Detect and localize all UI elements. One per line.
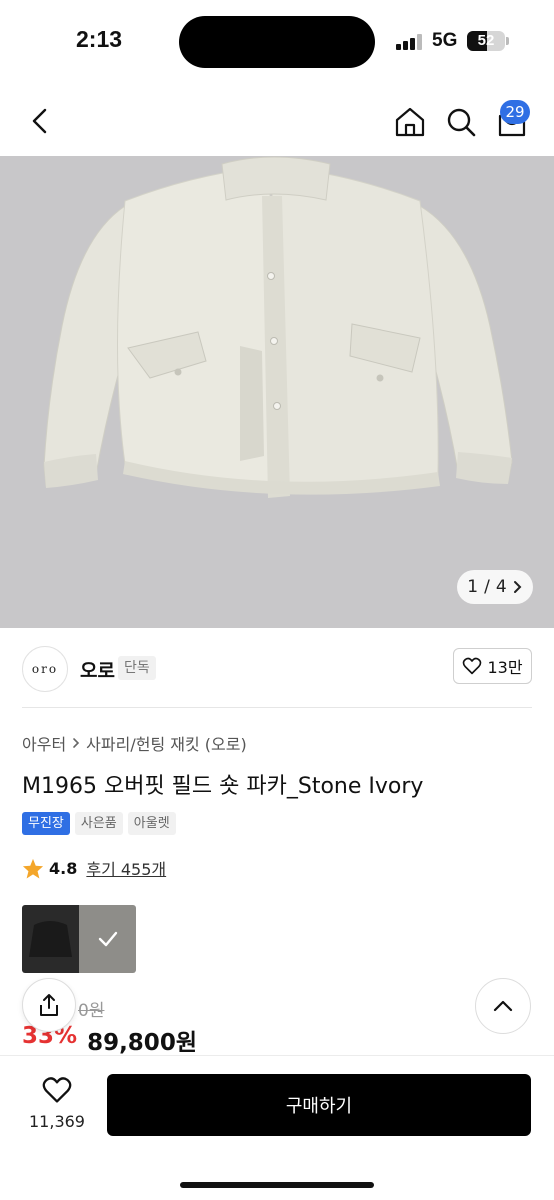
signal-icon [396, 34, 424, 50]
scroll-to-top-button[interactable] [475, 978, 531, 1034]
badge-outlet: 아울렛 [127, 812, 176, 835]
image-current: 1 [467, 577, 479, 597]
color-swatches [22, 905, 136, 973]
sale-price: 89,800원 [87, 1030, 197, 1056]
brand-row: oro 오로 단독 13만 [0, 638, 554, 700]
product-title: M1965 오버핏 필드 숏 파카_Stone Ivory [22, 774, 424, 799]
share-icon [40, 994, 58, 1016]
original-price: 0원 [78, 1001, 105, 1021]
brand-name[interactable]: 오로 [80, 656, 115, 683]
nav-header [0, 90, 554, 152]
star-icon [22, 858, 44, 879]
badge-gift: 사은품 [74, 812, 123, 835]
badge-mujinjang: 무진장 [22, 812, 70, 835]
battery-cap [506, 37, 509, 45]
cart-count-badge: 29 [500, 100, 530, 124]
home-indicator [180, 1182, 374, 1188]
status-time: 2:13 [76, 26, 123, 52]
chevron-right-icon [513, 581, 522, 593]
image-counter[interactable]: 1 / 4 [457, 570, 533, 604]
divider [22, 707, 532, 708]
breadcrumb-item-category[interactable]: 아우터 [22, 731, 66, 755]
share-button[interactable] [22, 978, 76, 1032]
bottom-action-bar: 11,369 구매하기 [0, 1055, 554, 1200]
like-button[interactable]: 13만 [453, 648, 532, 684]
back-chevron-icon[interactable] [22, 102, 60, 140]
rating-score: 4.8 [49, 858, 78, 878]
buy-button[interactable]: 구매하기 [107, 1074, 531, 1136]
badge-row: 무진장 사은품 아울렛 [22, 812, 176, 835]
swatch-stone-ivory-selected[interactable] [79, 905, 136, 973]
jacket-illustration [43, 156, 513, 498]
product-image[interactable] [0, 156, 554, 628]
image-total: 4 [495, 577, 507, 597]
search-icon[interactable] [441, 102, 481, 142]
image-separator: / [484, 577, 490, 597]
network-label: 5G [432, 30, 458, 51]
battery-percent: 52 [477, 32, 495, 49]
wishlist-button[interactable]: 11,369 [22, 1076, 92, 1131]
breadcrumb: 아우터 사파리/헌팅 재킷 (오로) [22, 731, 247, 755]
breadcrumb-item-subcategory[interactable]: 사파리/헌팅 재킷 (오로) [86, 731, 247, 755]
check-icon [98, 931, 118, 947]
black-jacket-thumbnail [29, 921, 72, 957]
review-count-link[interactable]: 후기 455개 [86, 856, 166, 880]
exclusive-tag: 단독 [118, 656, 156, 680]
heart-icon [463, 657, 482, 675]
swatch-black[interactable] [22, 905, 79, 973]
chevron-up-icon [493, 1000, 513, 1012]
heart-icon [42, 1077, 72, 1103]
home-icon[interactable] [390, 102, 430, 142]
wishlist-count: 11,369 [29, 1112, 85, 1131]
rating-row[interactable]: 4.8 후기 455개 [22, 856, 166, 880]
chevron-right-icon [73, 738, 80, 748]
battery-icon: 52 [467, 31, 505, 51]
like-count: 13만 [487, 658, 523, 677]
brand-logo[interactable]: oro [22, 646, 68, 692]
status-bar: 2:13 5G 52 [0, 0, 554, 84]
dynamic-island [179, 16, 375, 68]
